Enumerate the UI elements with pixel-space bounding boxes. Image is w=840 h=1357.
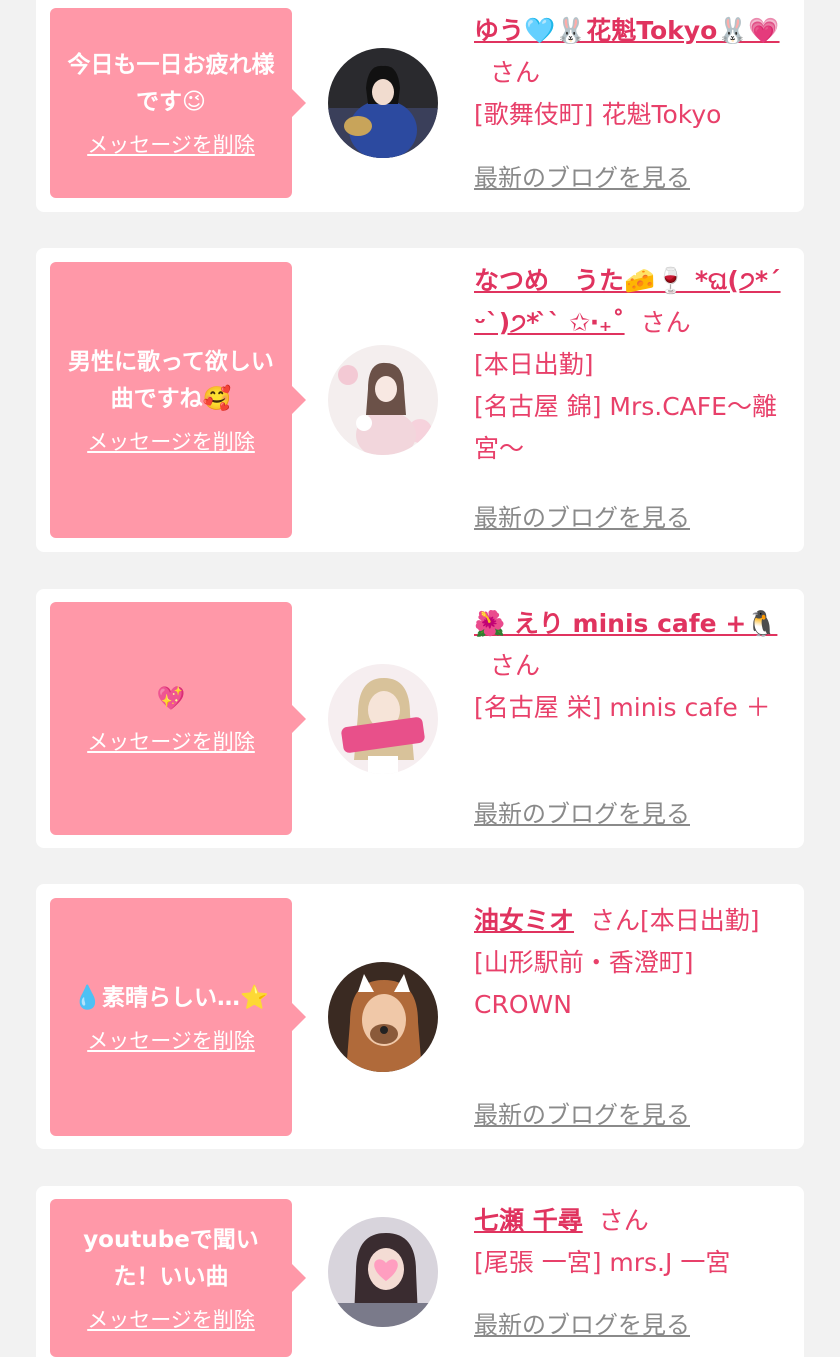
shop-name: [名古屋 栄] minis cafe ＋ bbox=[474, 693, 771, 722]
message-text: youtubeで聞いた！いい曲 bbox=[83, 1227, 259, 1290]
cast-name-link[interactable]: ゆう🩵🐰花魁Tokyo🐰💗 bbox=[474, 16, 780, 45]
attendance-tag: [本日出勤] bbox=[640, 906, 760, 935]
latest-blog-link[interactable]: 最新のブログを見る bbox=[474, 162, 690, 194]
message-bubble: 💖 メッセージを削除 bbox=[50, 602, 306, 835]
message-text: 💧素晴らしい…⭐ bbox=[73, 984, 269, 1011]
shop-name: [山形駅前・香澄町] CROWN bbox=[474, 948, 694, 1019]
cast-avatar[interactable] bbox=[328, 345, 438, 455]
latest-blog-link[interactable]: 最新のブログを見る bbox=[474, 1099, 690, 1131]
delete-message-link[interactable]: メッセージを削除 bbox=[87, 131, 255, 159]
message-bubble: youtubeで聞いた！いい曲 メッセージを削除 bbox=[50, 1199, 306, 1357]
cast-info: 🌺 えり minis cafe +🐧 さん [名古屋 栄] minis cafe … bbox=[474, 603, 792, 729]
message-card: 今日も一日お疲れ様です😉 メッセージを削除 ゆう🩵🐰花魁Tokyo🐰💗 さん [歌… bbox=[36, 0, 804, 212]
cast-info: ゆう🩵🐰花魁Tokyo🐰💗 さん [歌舞伎町] 花魁Tokyo bbox=[474, 10, 792, 136]
cast-avatar[interactable] bbox=[328, 664, 438, 774]
cast-info: なつめ うた🧀🍷 *ଘ(੭*ˊᵕˋ)੭* ̀ˋ ✩‧₊˚ さん [本日出勤] [名… bbox=[474, 260, 792, 470]
honorific: さん bbox=[640, 308, 691, 337]
delete-message-link[interactable]: メッセージを削除 bbox=[87, 728, 255, 756]
message-card: youtubeで聞いた！いい曲 メッセージを削除 七瀬 千尋 さん [尾張 一宮]… bbox=[36, 1186, 804, 1357]
message-bubble: 男性に歌って欲しい曲ですね🥰 メッセージを削除 bbox=[50, 262, 306, 538]
cast-avatar[interactable] bbox=[328, 962, 438, 1072]
message-bubble: 今日も一日お疲れ様です😉 メッセージを削除 bbox=[50, 8, 306, 198]
message-text: 今日も一日お疲れ様です😉 bbox=[67, 52, 275, 115]
honorific: さん bbox=[590, 906, 641, 935]
message-card: 男性に歌って欲しい曲ですね🥰 メッセージを削除 なつめ うた🧀🍷 *ଘ(੭*ˊᵕ… bbox=[36, 248, 804, 552]
cast-avatar[interactable] bbox=[328, 1217, 438, 1327]
honorific: さん bbox=[490, 58, 541, 87]
honorific: さん bbox=[598, 1206, 649, 1235]
message-list: 今日も一日お疲れ様です😉 メッセージを削除 ゆう🩵🐰花魁Tokyo🐰💗 さん [歌… bbox=[0, 0, 840, 1357]
latest-blog-link[interactable]: 最新のブログを見る bbox=[474, 798, 690, 830]
shop-name: [名古屋 錦] Mrs.CAFE〜離宮〜 bbox=[474, 392, 777, 463]
cast-name-link[interactable]: 🌺 えり minis cafe +🐧 bbox=[474, 609, 777, 638]
shop-name: [尾張 一宮] mrs.J 一宮 bbox=[474, 1248, 731, 1277]
message-bubble: 💧素晴らしい…⭐ メッセージを削除 bbox=[50, 898, 306, 1136]
delete-message-link[interactable]: メッセージを削除 bbox=[87, 1027, 255, 1055]
delete-message-link[interactable]: メッセージを削除 bbox=[87, 1306, 255, 1334]
message-text: 💖 bbox=[156, 686, 186, 712]
cast-info: 七瀬 千尋 さん [尾張 一宮] mrs.J 一宮 bbox=[474, 1200, 792, 1284]
cast-name-link[interactable]: 七瀬 千尋 bbox=[474, 1206, 583, 1235]
latest-blog-link[interactable]: 最新のブログを見る bbox=[474, 502, 690, 534]
latest-blog-link[interactable]: 最新のブログを見る bbox=[474, 1309, 690, 1341]
message-text: 男性に歌って欲しい曲ですね🥰 bbox=[68, 349, 274, 412]
cast-name-link[interactable]: 油女ミオ bbox=[474, 906, 574, 935]
delete-message-link[interactable]: メッセージを削除 bbox=[87, 428, 255, 456]
message-card: 💖 メッセージを削除 🌺 えり minis cafe +🐧 さん [名古屋 栄] … bbox=[36, 589, 804, 848]
cast-name-link[interactable]: なつめ うた🧀🍷 *ଘ(੭*ˊᵕˋ)੭* ̀ˋ ✩‧₊˚ bbox=[474, 266, 781, 337]
attendance-tag: [本日出勤] bbox=[474, 350, 594, 379]
shop-name: [歌舞伎町] 花魁Tokyo bbox=[474, 100, 722, 129]
cast-info: 油女ミオ さん[本日出勤] [山形駅前・香澄町] CROWN bbox=[474, 900, 792, 1026]
cast-avatar[interactable] bbox=[328, 48, 438, 158]
message-card: 💧素晴らしい…⭐ メッセージを削除 油女ミオ さん[本日出勤] [山形駅前・香澄町… bbox=[36, 884, 804, 1149]
honorific: さん bbox=[490, 651, 541, 680]
